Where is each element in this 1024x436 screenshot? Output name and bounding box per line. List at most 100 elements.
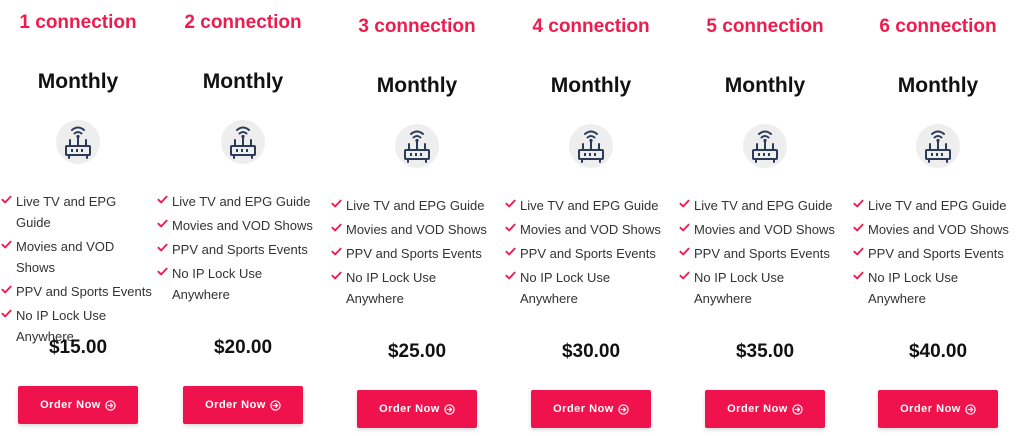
check-icon (157, 195, 168, 204)
check-icon (1, 240, 12, 249)
check-icon (853, 199, 864, 208)
feature-item: No IP Lock Use Anywhere (505, 267, 620, 309)
arrow-circle-right-icon (792, 403, 803, 415)
check-icon (331, 271, 342, 280)
check-icon (1, 195, 12, 204)
order-now-label: Order Now (40, 399, 101, 411)
check-icon (679, 223, 690, 232)
feature-label: No IP Lock Use Anywhere (694, 270, 785, 306)
order-now-label: Order Now (205, 399, 266, 411)
plan-period: Monthly (202, 70, 284, 93)
feature-item: No IP Lock Use Anywhere (853, 267, 968, 309)
check-icon (505, 271, 516, 280)
plan-period: Monthly (897, 74, 979, 97)
feature-list: Live TV and EPG Guide Movies and VOD Show… (679, 195, 850, 312)
feature-list: Live TV and EPG Guide Movies and VOD Show… (853, 195, 1022, 312)
feature-label: Live TV and EPG Guide (346, 198, 485, 213)
feature-item: Movies and VOD Shows (331, 219, 502, 240)
feature-list: Live TV and EPG Guide Movies and VOD Show… (505, 195, 676, 312)
feature-item: Live TV and EPG Guide (853, 195, 1022, 216)
feature-label: Live TV and EPG Guide (16, 194, 117, 230)
plan-period: Monthly (724, 74, 806, 97)
arrow-circle-right-icon (444, 403, 455, 415)
check-icon (331, 247, 342, 256)
feature-label: PPV and Sports Events (16, 284, 152, 299)
order-now-label: Order Now (900, 403, 961, 415)
order-now-button[interactable]: Order Now (357, 390, 477, 428)
check-icon (157, 267, 168, 276)
plan-price: $20.00 (213, 337, 273, 358)
feature-item: No IP Lock Use Anywhere (157, 263, 272, 305)
feature-list: Live TV and EPG Guide Movies and VOD Show… (157, 191, 328, 308)
plan-card: 3 connection Monthly Live TV and EPG Guide… (330, 0, 504, 436)
feature-item: Movies and VOD Shows (1, 236, 154, 278)
feature-item: Live TV and EPG Guide (505, 195, 676, 216)
feature-label: Movies and VOD Shows (172, 218, 313, 233)
order-now-label: Order Now (553, 403, 614, 415)
feature-item: Movies and VOD Shows (853, 219, 1022, 240)
plan-card: 5 connection Monthly Live TV and EPG Guide… (678, 0, 852, 436)
feature-item: Live TV and EPG Guide (1, 191, 154, 233)
feature-label: PPV and Sports Events (694, 246, 830, 261)
arrow-circle-right-icon (105, 399, 116, 411)
feature-label: No IP Lock Use Anywhere (520, 270, 611, 306)
feature-label: Live TV and EPG Guide (520, 198, 659, 213)
check-icon (505, 199, 516, 208)
plan-period: Monthly (550, 74, 632, 97)
feature-item: Movies and VOD Shows (157, 215, 328, 236)
order-now-button[interactable]: Order Now (18, 386, 138, 424)
feature-label: PPV and Sports Events (172, 242, 308, 257)
plan-price: $40.00 (908, 341, 968, 362)
feature-item: PPV and Sports Events (331, 243, 502, 264)
plan-card: 1 connection Monthly Live TV and EPG Guide… (0, 0, 156, 436)
feature-label: PPV and Sports Events (520, 246, 656, 261)
feature-item: PPV and Sports Events (157, 239, 328, 260)
plan-card: 6 connection Monthly Live TV and EPG Guide… (852, 0, 1024, 436)
check-icon (679, 247, 690, 256)
arrow-circle-right-icon (618, 403, 629, 415)
check-icon (679, 271, 690, 280)
order-now-button[interactable]: Order Now (705, 390, 825, 428)
feature-list: Live TV and EPG Guide Movies and VOD Show… (1, 191, 154, 350)
feature-item: No IP Lock Use Anywhere (679, 267, 794, 309)
feature-item: PPV and Sports Events (853, 243, 1022, 264)
feature-label: Live TV and EPG Guide (868, 198, 1007, 213)
plan-card: 2 connection Monthly Live TV and EPG Guide… (156, 0, 330, 436)
router-wifi-icon (743, 124, 787, 168)
plan-card: 4 connection Monthly Live TV and EPG Guide… (504, 0, 678, 436)
feature-item: PPV and Sports Events (679, 243, 850, 264)
plan-price: $30.00 (561, 341, 621, 362)
feature-label: Movies and VOD Shows (346, 222, 487, 237)
check-icon (1, 309, 12, 318)
check-icon (679, 199, 690, 208)
feature-item: Live TV and EPG Guide (331, 195, 502, 216)
order-now-button[interactable]: Order Now (183, 386, 303, 424)
feature-label: PPV and Sports Events (868, 246, 1004, 261)
feature-item: PPV and Sports Events (505, 243, 676, 264)
feature-item: Live TV and EPG Guide (157, 191, 328, 212)
plan-title: 6 connection (879, 16, 997, 37)
feature-label: No IP Lock Use Anywhere (346, 270, 437, 306)
order-now-button[interactable]: Order Now (531, 390, 651, 428)
plan-period: Monthly (376, 74, 458, 97)
feature-label: No IP Lock Use Anywhere (172, 266, 263, 302)
router-wifi-icon (916, 124, 960, 168)
check-icon (853, 223, 864, 232)
feature-label: Movies and VOD Shows (16, 239, 115, 275)
feature-item: Live TV and EPG Guide (679, 195, 850, 216)
check-icon (331, 223, 342, 232)
router-wifi-icon (221, 120, 265, 164)
plan-title: 2 connection (184, 12, 302, 33)
order-now-label: Order Now (379, 403, 440, 415)
arrow-circle-right-icon (965, 403, 976, 415)
feature-item: No IP Lock Use Anywhere (331, 267, 446, 309)
arrow-circle-right-icon (270, 399, 281, 411)
plan-period: Monthly (37, 70, 119, 93)
feature-label: Movies and VOD Shows (694, 222, 835, 237)
order-now-button[interactable]: Order Now (878, 390, 998, 428)
check-icon (157, 243, 168, 252)
plan-title: 1 connection (19, 12, 137, 33)
order-now-label: Order Now (727, 403, 788, 415)
feature-label: PPV and Sports Events (346, 246, 482, 261)
check-icon (853, 271, 864, 280)
